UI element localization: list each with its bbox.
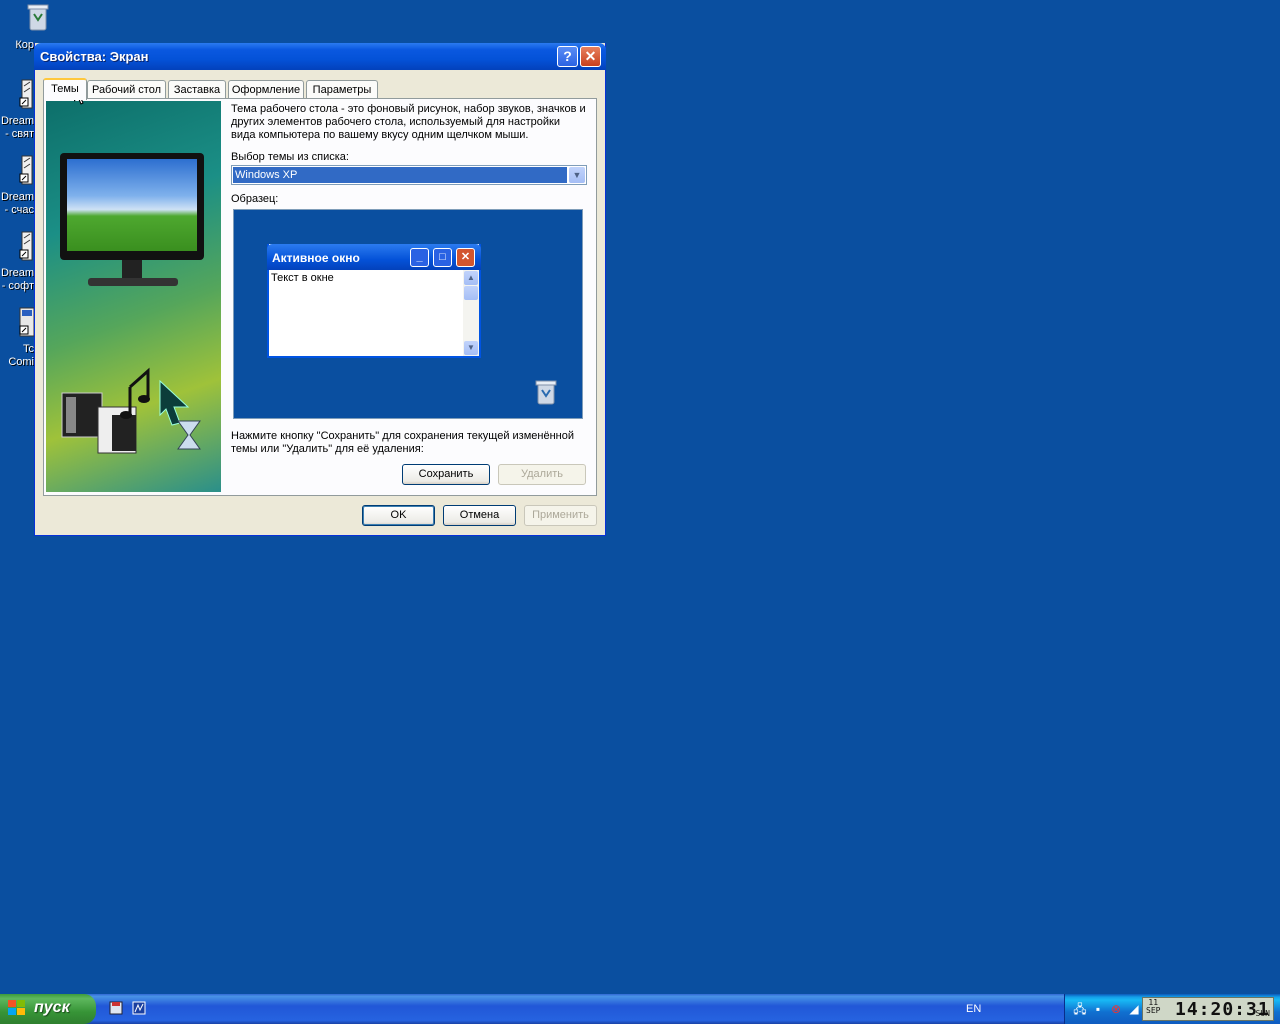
security-alert-icon[interactable]: ⊗ (1109, 1002, 1123, 1016)
network-icon[interactable]: 🖧 (1073, 1002, 1087, 1016)
tab-appearance[interactable]: Оформление (228, 80, 304, 99)
dream-shortcut-2[interactable]: Dream - счас (0, 152, 36, 218)
monitor-icon (60, 153, 204, 286)
shortcut-label-line2: - свят (5, 128, 34, 140)
clock-month: SEP (1146, 1006, 1161, 1015)
preview-recycle-bin-icon (534, 378, 558, 413)
dream-shortcut-1[interactable]: Dream - свят (0, 76, 36, 142)
clock[interactable]: 11 SEP 14:20:31 SUN (1142, 997, 1274, 1021)
total-commander-shortcut[interactable]: Tc Comi (0, 304, 36, 370)
theme-select-label: Выбор темы из списка: (231, 151, 349, 163)
preview-active-window: Активное окно _ □ ✕ Текст в окне ▲ ▼ (267, 244, 481, 358)
themes-illustration (46, 101, 221, 492)
signal-icon[interactable]: ◢ (1127, 1002, 1141, 1016)
ok-button[interactable]: OK (362, 505, 435, 526)
minimize-icon: _ (410, 248, 429, 267)
preview-scrollbar: ▲ ▼ (463, 270, 479, 356)
recycle-bin-shortcut[interactable]: Кор (0, 0, 49, 52)
theme-dropdown-value: Windows XP (233, 167, 567, 183)
taskbar: пуск EN 🖧 ▪ ⊗ ◢ 11 SEP 14:20:31 SUN (0, 994, 1280, 1024)
scroll-up-icon: ▲ (464, 271, 478, 285)
help-button[interactable]: ? (557, 46, 578, 67)
start-label: пуск (34, 999, 70, 1016)
windows-flag-icon (8, 1000, 26, 1021)
maximize-icon: □ (433, 248, 452, 267)
shortcut-label-line1: Dream (0, 115, 34, 127)
close-icon: ✕ (456, 248, 475, 267)
chevron-down-icon[interactable]: ▼ (569, 167, 585, 183)
shortcut-label-line2: - софт (1, 280, 34, 292)
delete-theme-button[interactable]: Удалить (498, 464, 586, 485)
quicklaunch-app-icon[interactable] (132, 1001, 146, 1015)
shortcut-label-line2: Comi (8, 356, 34, 368)
preview-window-text: Текст в окне (271, 272, 334, 284)
display-properties-dialog: Свойства: Экран ? ✕ Темы Рабочий стол За… (34, 43, 606, 536)
preview-window-title: Активное окно (272, 251, 360, 265)
quicklaunch-floppy-icon[interactable] (109, 1001, 123, 1015)
themes-description: Тема рабочего стола - это фоновый рисуно… (231, 103, 586, 141)
shortcut-label-line2: - счас (4, 204, 34, 216)
device-icon[interactable]: ▪ (1091, 1002, 1105, 1016)
scroll-down-icon: ▼ (464, 341, 478, 355)
recycle-bin-icon (26, 2, 50, 36)
shortcut-label-line1: Tc (23, 343, 34, 355)
sample-label: Образец: (231, 193, 279, 205)
tab-themes[interactable]: Темы (43, 78, 87, 100)
dialog-titlebar[interactable]: Свойства: Экран ? ✕ (34, 43, 606, 70)
theme-dropdown[interactable]: Windows XP ▼ (231, 165, 587, 185)
language-indicator[interactable]: EN (966, 1003, 981, 1015)
scroll-thumb (464, 286, 478, 300)
cancel-button[interactable]: Отмена (443, 505, 516, 526)
dream-shortcut-3[interactable]: Dream - софт (0, 228, 36, 294)
clock-weekday: SUN (1255, 1009, 1270, 1018)
save-theme-button[interactable]: Сохранить (402, 464, 490, 485)
music-cursor-icons (61, 367, 201, 454)
theme-preview: Активное окно _ □ ✕ Текст в окне ▲ ▼ (233, 209, 583, 419)
apply-button[interactable]: Применить (524, 505, 597, 526)
shortcut-label-line1: Dream (0, 191, 34, 203)
shortcut-label-line1: Dream (0, 267, 34, 279)
recycle-bin-label: Кор (15, 39, 34, 51)
close-button[interactable]: ✕ (580, 46, 601, 67)
tab-screensaver[interactable]: Заставка (168, 80, 226, 99)
dialog-title: Свойства: Экран (40, 49, 149, 64)
start-button[interactable]: пуск (0, 994, 96, 1024)
tab-desktop[interactable]: Рабочий стол (87, 80, 166, 99)
tab-settings[interactable]: Параметры (306, 80, 378, 99)
preview-titlebar: Активное окно _ □ ✕ (267, 244, 481, 270)
save-delete-hint: Нажмите кнопку "Сохранить" для сохранени… (231, 430, 575, 455)
themes-panel: Тема рабочего стола - это фоновый рисуно… (43, 98, 597, 496)
clock-date: 11 SEP (1146, 999, 1160, 1015)
